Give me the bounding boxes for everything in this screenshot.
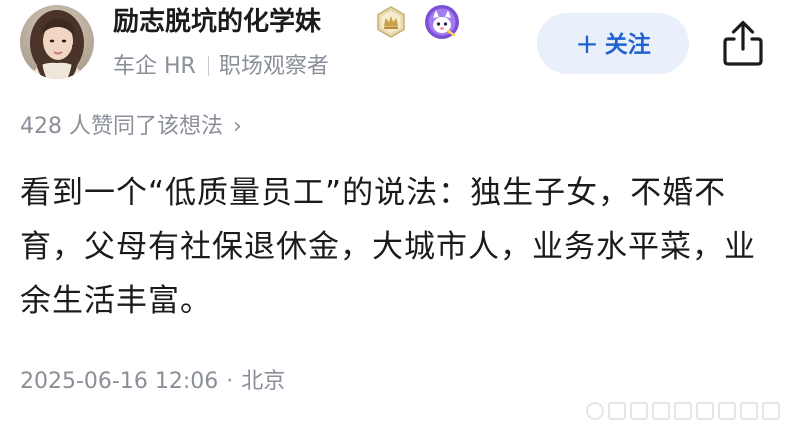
author-company: 车企 HR bbox=[113, 54, 196, 79]
avatar[interactable] bbox=[20, 5, 94, 79]
chevron-right-icon: › bbox=[233, 114, 242, 139]
author-name[interactable]: 励志脱坑的化学妹 bbox=[113, 5, 321, 39]
share-icon[interactable] bbox=[720, 18, 766, 68]
bio-divider bbox=[207, 56, 209, 76]
follow-button[interactable]: + 关注 bbox=[537, 13, 689, 74]
avatar-image bbox=[20, 5, 94, 79]
post-time: 2025-06-16 12:06 bbox=[20, 369, 219, 394]
likes-link[interactable]: 428 人赞同了该想法 › bbox=[20, 112, 242, 142]
plus-icon: + bbox=[575, 27, 599, 60]
post-body: 看到一个“低质量员工”的说法：独生子女，不婚不育，父母有社保退休金，大城市人，业… bbox=[20, 175, 756, 319]
character-badge-icon[interactable] bbox=[424, 4, 460, 40]
author-bio: 车企 HR 职场观察者 bbox=[113, 53, 329, 81]
post-location: 北京 bbox=[241, 369, 286, 394]
watermark-image bbox=[586, 402, 780, 420]
post-page: 励志脱坑的化学妹 车企 HR 职场观察者 + 关注 428 人赞同了该想法 › 看到一… bbox=[0, 0, 789, 431]
post-meta: 2025-06-16 12:06 · 北京 bbox=[20, 366, 285, 398]
author-title: 职场观察者 bbox=[218, 54, 329, 79]
likes-text: 428 人赞同了该想法 bbox=[20, 114, 223, 139]
follow-label: 关注 bbox=[604, 32, 651, 58]
meta-dot: · bbox=[226, 369, 234, 394]
crown-badge-icon[interactable] bbox=[375, 6, 407, 38]
